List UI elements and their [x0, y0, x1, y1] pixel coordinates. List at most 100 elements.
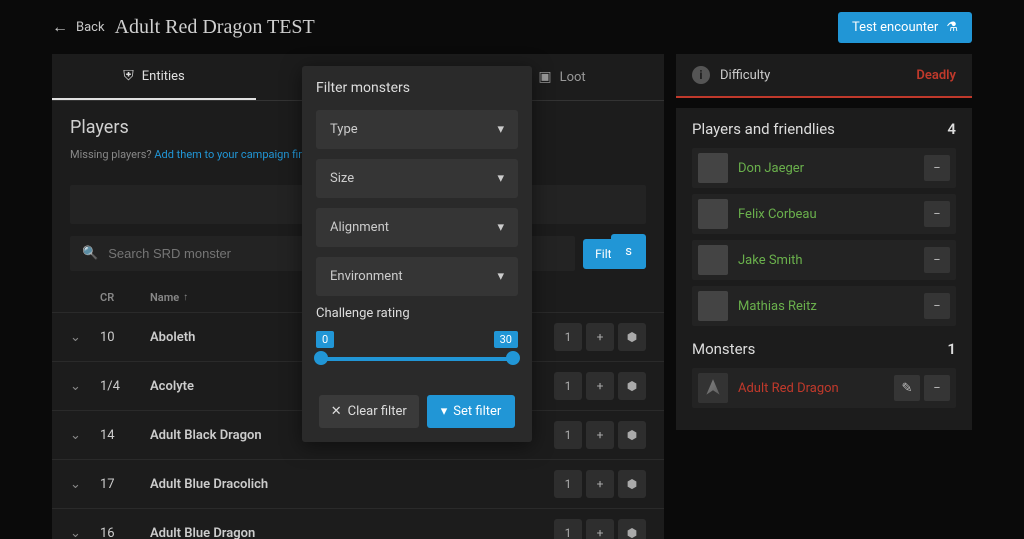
search-icon: 🔍 — [82, 246, 98, 261]
hint-prefix: Missing players? — [70, 148, 154, 161]
player-row: Don Jaeger− — [692, 148, 956, 188]
flask-icon: ⚗ — [946, 20, 958, 35]
remove-button[interactable]: − — [924, 375, 950, 401]
set-filter-button[interactable]: ▾ Set filter — [427, 395, 516, 428]
caret-down-icon: ▾ — [497, 171, 504, 186]
qty-badge[interactable]: 1 — [554, 470, 582, 498]
caret-down-icon: ▾ — [497, 220, 504, 235]
caret-down-icon: ▾ — [497, 122, 504, 137]
page-title: Adult Red Dragon TEST — [115, 16, 315, 39]
main-content: ⛨ Entities ≡ General ▣ Loot Players Miss… — [0, 54, 1024, 539]
table-row: ⌄17Adult Blue Dracolich1+⬢ — [52, 459, 664, 508]
slider-handle-max[interactable] — [506, 351, 520, 365]
monster-row: Adult Red Dragon ✎− — [692, 368, 956, 408]
qty-badge[interactable]: 1 — [554, 519, 582, 539]
cr-slider[interactable]: 0 30 — [316, 339, 518, 371]
remove-button[interactable]: − — [924, 247, 950, 273]
add-button[interactable]: + — [586, 519, 614, 539]
filter-popover: Filter monsters Type ▾ Size ▾ Alignment … — [302, 66, 532, 442]
player-row: Felix Corbeau− — [692, 194, 956, 234]
die-icon[interactable]: ⬢ — [618, 519, 646, 539]
monsters-section-header: Monsters 1 — [692, 340, 956, 358]
tab-entities-label: Entities — [142, 69, 185, 84]
cell-name[interactable]: Adult Blue Dragon — [150, 526, 386, 539]
monster-name[interactable]: Adult Red Dragon — [738, 381, 884, 396]
cr-max-label: 30 — [494, 331, 518, 348]
filter-actions: ✕ Clear filter ▾ Set filter — [316, 395, 518, 428]
filter-alignment-select[interactable]: Alignment ▾ — [316, 208, 518, 247]
player-name[interactable]: Felix Corbeau — [738, 207, 914, 222]
sort-asc-icon: ↑ — [183, 292, 188, 303]
topbar: ← Back Adult Red Dragon TEST Test encoun… — [0, 0, 1024, 54]
funnel-icon: ▾ — [441, 404, 448, 419]
expand-icon[interactable]: ⌄ — [70, 379, 81, 394]
cr-label: Challenge rating — [316, 306, 518, 321]
tab-loot-label: Loot — [560, 70, 586, 85]
x-icon: ✕ — [331, 404, 342, 419]
app-root: ← Back Adult Red Dragon TEST Test encoun… — [0, 0, 1024, 539]
die-icon[interactable]: ⬢ — [618, 470, 646, 498]
filter-environment-select[interactable]: Environment ▾ — [316, 257, 518, 296]
expand-icon[interactable]: ⌄ — [70, 428, 81, 443]
filter-size-select[interactable]: Size ▾ — [316, 159, 518, 198]
chest-icon: ▣ — [538, 69, 551, 85]
add-button[interactable]: + — [586, 372, 614, 400]
player-name[interactable]: Mathias Reitz — [738, 299, 914, 314]
set-filter-label: Set filter — [453, 404, 501, 419]
back-button[interactable]: ← Back — [52, 17, 105, 37]
filter-type-select[interactable]: Type ▾ — [316, 110, 518, 149]
player-name[interactable]: Jake Smith — [738, 253, 914, 268]
right-panel: i Difficulty Deadly Players and friendli… — [676, 54, 972, 539]
back-label: Back — [76, 20, 105, 35]
monsters-count: 1 — [947, 340, 956, 358]
back-arrow-icon: ← — [52, 17, 68, 37]
die-icon[interactable]: ⬢ — [618, 372, 646, 400]
slider-track — [318, 357, 516, 361]
cell-cr: 16 — [100, 526, 150, 539]
qty-badge[interactable]: 1 — [554, 421, 582, 449]
tab-entities[interactable]: ⛨ Entities — [52, 54, 256, 100]
expand-icon[interactable]: ⌄ — [70, 477, 81, 492]
helmet-icon: ⛨ — [123, 68, 134, 84]
avatar — [698, 199, 728, 229]
add-button[interactable]: + — [586, 421, 614, 449]
edit-button[interactable]: ✎ — [894, 375, 920, 401]
die-icon[interactable]: ⬢ — [618, 323, 646, 351]
hidden-blue-button[interactable]: s — [611, 234, 646, 269]
add-players-link[interactable]: Add them to your campaign first — [154, 148, 311, 161]
avatar — [698, 245, 728, 275]
info-icon[interactable]: i — [692, 66, 710, 84]
test-encounter-button[interactable]: Test encounter ⚗ — [838, 12, 972, 43]
cell-cr: 14 — [100, 428, 150, 443]
remove-button[interactable]: − — [924, 155, 950, 181]
qty-badge[interactable]: 1 — [554, 372, 582, 400]
difficulty-value: Deadly — [916, 68, 956, 83]
filter-alignment-label: Alignment — [330, 220, 389, 235]
filter-type-label: Type — [330, 122, 358, 137]
clear-filter-button[interactable]: ✕ Clear filter — [319, 395, 419, 428]
remove-button[interactable]: − — [924, 201, 950, 227]
qty-badge[interactable]: 1 — [554, 323, 582, 351]
avatar — [698, 291, 728, 321]
add-button[interactable]: + — [586, 323, 614, 351]
players-count: 4 — [947, 120, 956, 138]
add-button[interactable]: + — [586, 470, 614, 498]
cell-name[interactable]: Adult Blue Dracolich — [150, 477, 386, 492]
expand-icon[interactable]: ⌄ — [70, 526, 81, 539]
die-icon[interactable]: ⬢ — [618, 421, 646, 449]
clear-filter-label: Clear filter — [348, 404, 407, 419]
slider-handle-min[interactable] — [314, 351, 328, 365]
test-encounter-label: Test encounter — [852, 20, 938, 35]
cell-cr: 10 — [100, 330, 150, 345]
player-name[interactable]: Don Jaeger — [738, 161, 914, 176]
players-section-title: Players and friendlies — [692, 120, 835, 138]
avatar — [698, 373, 728, 403]
table-row: ⌄ 16Adult Blue Dragon 1+⬢ — [52, 508, 664, 539]
cell-cr: 1/4 — [100, 379, 150, 394]
remove-button[interactable]: − — [924, 293, 950, 319]
player-row: Mathias Reitz− — [692, 286, 956, 326]
expand-icon[interactable]: ⌄ — [70, 330, 81, 345]
players-section-header: Players and friendlies 4 — [692, 120, 956, 138]
filter-size-label: Size — [330, 171, 354, 186]
header-cr[interactable]: CR — [100, 291, 150, 304]
